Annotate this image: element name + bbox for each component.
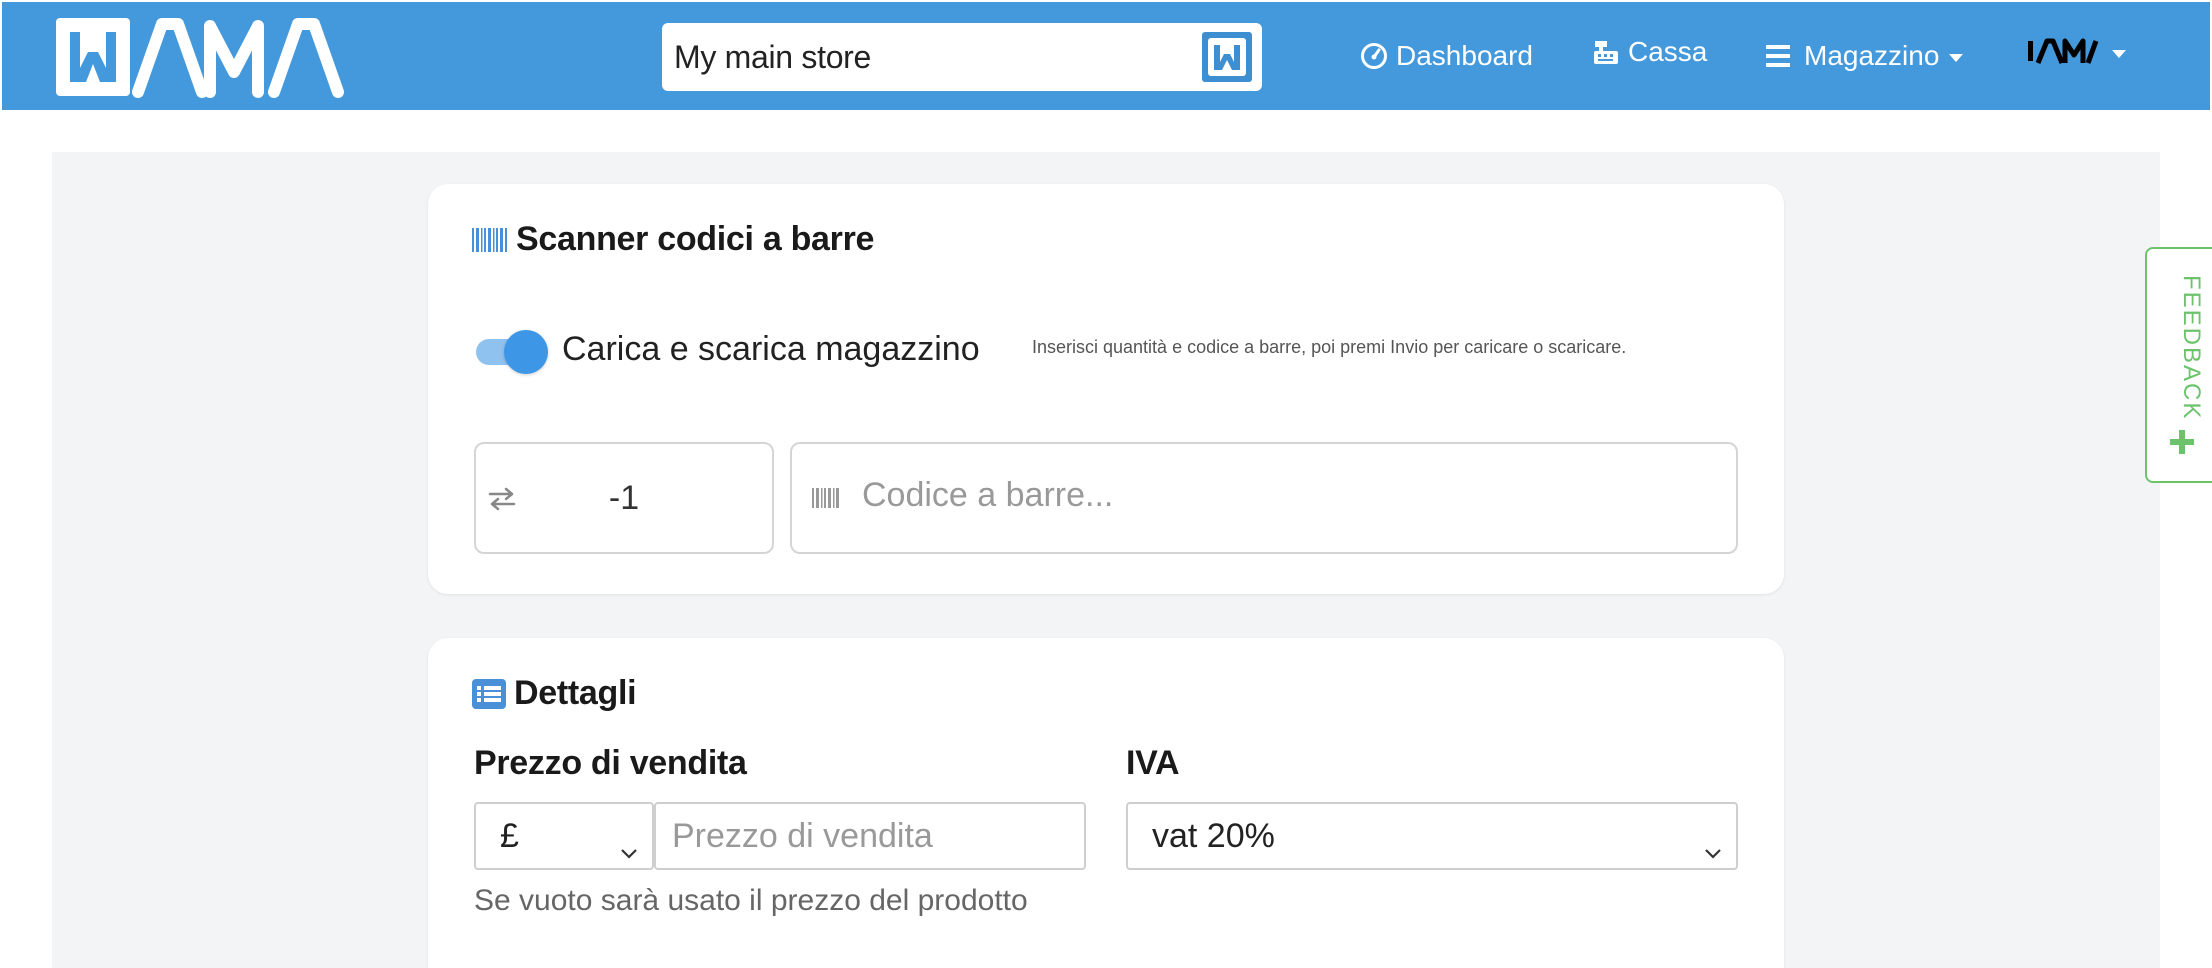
details-card-title: Dettagli [472, 674, 637, 713]
hamburger-list-icon [1766, 43, 1790, 69]
currency-value: £ [500, 816, 519, 855]
vat-select[interactable]: vat 20% [1126, 802, 1738, 870]
details-title-text: Dettagli [514, 674, 637, 712]
nav-magazzino-label: Magazzino [1804, 40, 1940, 71]
scanner-title-text: Scanner codici a barre [516, 220, 875, 258]
store-selector[interactable]: My main store [662, 23, 1262, 91]
wama-w-icon [1202, 32, 1252, 82]
chevron-down-icon [1704, 830, 1722, 869]
feedback-tab[interactable]: FEEDBACK [2145, 247, 2212, 483]
details-card: Dettagli Prezzo di vendita £ Prezzo di v… [428, 638, 1784, 968]
wama-logo[interactable] [54, 16, 374, 98]
quantity-value: -1 [608, 478, 640, 517]
stock-toggle-label: Carica e scarica magazzino [562, 330, 980, 368]
quantity-input[interactable]: -1 [474, 442, 774, 554]
cash-register-icon [1592, 38, 1620, 66]
vat-label: IVA [1126, 744, 1180, 782]
list-icon [472, 678, 506, 709]
nav-dashboard[interactable]: Dashboard [1360, 2, 1533, 110]
price-placeholder: Prezzo di vendita [672, 816, 933, 855]
stock-toggle[interactable] [474, 330, 548, 374]
user-menu[interactable] [2028, 0, 2126, 106]
scanner-hint: Inserisci quantità e codice a barre, poi… [1032, 337, 1627, 357]
dashboard-gauge-icon [1360, 42, 1388, 70]
price-help-text: Se vuoto sarà usato il prezzo del prodot… [474, 884, 1028, 917]
nav-cassa[interactable]: Cassa [1592, 0, 1707, 106]
barcode-input[interactable]: Codice a barre... [790, 442, 1738, 554]
vat-value: vat 20% [1152, 816, 1275, 855]
toggle-knob [504, 330, 548, 374]
nav-dashboard-label: Dashboard [1396, 40, 1533, 71]
price-input[interactable]: Prezzo di vendita [654, 802, 1086, 870]
plus-icon [2169, 429, 2195, 460]
user-avatar [2028, 37, 2102, 67]
scanner-card-title: Scanner codici a barre [472, 220, 874, 259]
feedback-label: FEEDBACK [2178, 275, 2205, 421]
barcode-icon [812, 486, 842, 515]
chevron-down-icon [620, 830, 638, 869]
price-label: Prezzo di vendita [474, 744, 747, 782]
top-navbar: My main store Dashboard Cassa Magazzino [2, 2, 2210, 110]
store-name: My main store [674, 38, 872, 75]
nav-cassa-label: Cassa [1628, 36, 1708, 67]
chevron-down-icon [2112, 50, 2126, 58]
scanner-card: Scanner codici a barre Carica e scarica … [428, 184, 1784, 594]
chevron-down-icon [1949, 54, 1964, 62]
currency-select[interactable]: £ [474, 802, 654, 870]
barcode-icon [472, 226, 508, 254]
barcode-placeholder: Codice a barre... [862, 476, 1114, 514]
nav-magazzino[interactable]: Magazzino [1766, 2, 1964, 110]
